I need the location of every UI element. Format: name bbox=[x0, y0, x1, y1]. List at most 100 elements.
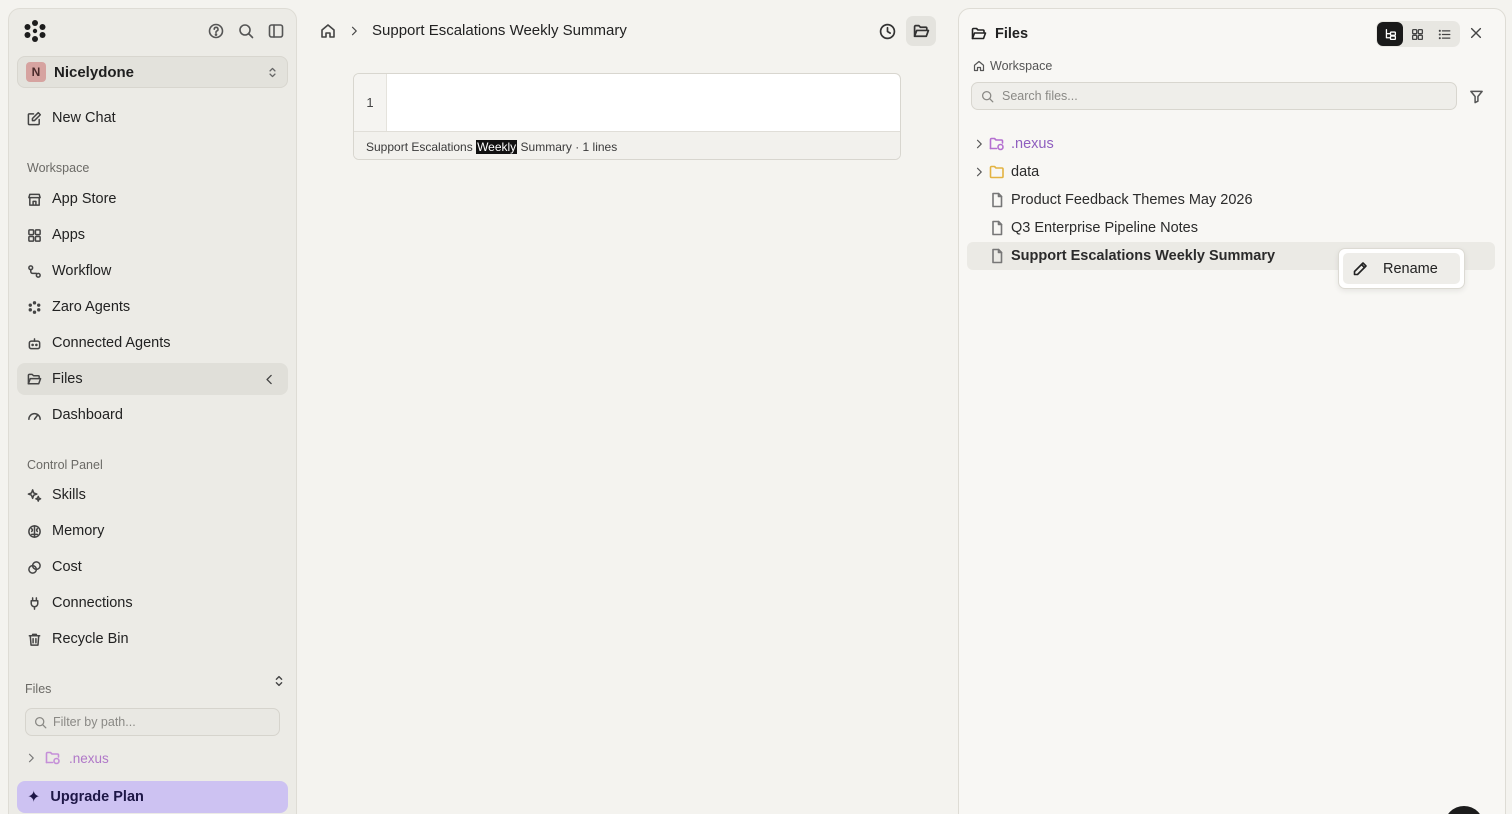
sidebar-item-label: Memory bbox=[52, 523, 105, 539]
workspace-label: Workspace bbox=[990, 59, 1053, 73]
agents-icon bbox=[28, 300, 41, 314]
history-button[interactable] bbox=[872, 16, 902, 46]
sidebar: N Nicelydone New Chat Workspace App Stor… bbox=[8, 8, 297, 814]
workspace-section-label: Workspace bbox=[27, 161, 90, 175]
grid-view-button[interactable] bbox=[1404, 22, 1430, 46]
sidebar-item-apps[interactable]: Apps bbox=[17, 219, 288, 251]
sidebar-item-dashboard[interactable]: Dashboard bbox=[17, 399, 288, 431]
home-icon[interactable] bbox=[320, 23, 336, 39]
workflow-icon bbox=[28, 264, 41, 278]
search-placeholder: Search files... bbox=[1002, 89, 1078, 103]
search-icon[interactable] bbox=[238, 23, 254, 39]
sidebar-item-files[interactable]: Files bbox=[17, 363, 288, 395]
sidebar-item-cost[interactable]: Cost bbox=[17, 551, 288, 583]
org-switcher[interactable]: N Nicelydone bbox=[17, 56, 288, 88]
sidebar-item-label: Files bbox=[52, 371, 83, 387]
folder-icon bbox=[989, 165, 1004, 179]
upgrade-plan-button[interactable]: ✦ Upgrade Plan bbox=[17, 781, 288, 813]
sidebar-toggle-icon[interactable] bbox=[268, 23, 284, 39]
control-panel-section-label: Control Panel bbox=[27, 458, 103, 472]
chevron-right-icon bbox=[28, 753, 34, 763]
grid-icon bbox=[1411, 28, 1423, 40]
sidebar-item-label: App Store bbox=[52, 191, 117, 207]
tree-item-label: .nexus bbox=[1011, 136, 1054, 152]
pencil-icon bbox=[1353, 261, 1367, 275]
chevron-left-icon[interactable] bbox=[263, 373, 276, 386]
file-icon bbox=[992, 220, 1003, 236]
search-files-input[interactable]: Search files... bbox=[971, 82, 1457, 110]
help-icon[interactable] bbox=[208, 23, 224, 39]
sidebar-item-label: Cost bbox=[52, 559, 82, 575]
tree-view-button[interactable] bbox=[1377, 22, 1403, 46]
sidebar-item-label: Dashboard bbox=[52, 407, 123, 423]
chevron-right-icon bbox=[348, 25, 360, 37]
tree-view-icon bbox=[1385, 28, 1396, 40]
sidebar-item-label: Zaro Agents bbox=[52, 299, 131, 315]
chevron-right-icon[interactable] bbox=[967, 138, 989, 150]
workspace-root[interactable]: Workspace bbox=[973, 59, 1052, 73]
chevron-right-icon[interactable] bbox=[967, 166, 989, 178]
files-panel-title-text: Files bbox=[995, 26, 1029, 42]
files-panel-title: Files bbox=[971, 26, 1028, 42]
sidebar-item-zaro-agents[interactable]: Zaro Agents bbox=[17, 291, 288, 323]
sidebar-item-app-store[interactable]: App Store bbox=[17, 183, 288, 215]
view-mode-toggle bbox=[1376, 21, 1460, 47]
sidebar-item-workflow[interactable]: Workflow bbox=[17, 255, 288, 287]
breadcrumb: Support Escalations Weekly Summary bbox=[320, 22, 627, 39]
tree-item-label: Q3 Enterprise Pipeline Notes bbox=[1011, 220, 1198, 236]
sidebar-item-label: Workflow bbox=[52, 263, 112, 279]
tree-item-data[interactable]: data bbox=[967, 158, 1495, 186]
tree-item-label: Product Feedback Themes May 2026 bbox=[1011, 192, 1253, 208]
sidebar-item-skills[interactable]: Skills bbox=[17, 479, 288, 511]
clock-icon bbox=[879, 23, 895, 39]
status-text-highlight: Weekly bbox=[476, 139, 518, 154]
sidebar-item-label: Connected Agents bbox=[52, 335, 171, 351]
chevron-up-down-icon bbox=[266, 66, 279, 79]
folder-open-icon bbox=[27, 373, 42, 384]
list-view-button[interactable] bbox=[1431, 22, 1457, 46]
new-chat-button[interactable]: New Chat bbox=[17, 102, 288, 134]
files-panel: Files Workspace Search files... .nexus d… bbox=[958, 8, 1506, 814]
sidebar-item-recycle-bin[interactable]: Recycle Bin bbox=[17, 623, 288, 655]
folder-open-icon bbox=[971, 27, 987, 40]
editor-status-bar: Support Escalations Weekly Summary · 1 l… bbox=[354, 131, 900, 159]
folder-special-icon bbox=[989, 137, 1004, 151]
code-editor[interactable]: 1 Support Escalations Weekly Summary · 1… bbox=[353, 73, 901, 160]
sparkle-icon bbox=[27, 488, 42, 502]
page-title: Support Escalations Weekly Summary bbox=[372, 22, 627, 39]
sidebar-item-memory[interactable]: Memory bbox=[17, 515, 288, 547]
sidebar-item-connections[interactable]: Connections bbox=[17, 587, 288, 619]
tree-item-file[interactable]: Q3 Enterprise Pipeline Notes bbox=[967, 214, 1495, 242]
files-section-label: Files bbox=[25, 682, 52, 696]
rename-menu-item[interactable]: Rename bbox=[1343, 253, 1460, 284]
brain-icon bbox=[28, 524, 41, 538]
file-icon bbox=[992, 192, 1003, 208]
tree-item-nexus[interactable]: .nexus bbox=[967, 130, 1495, 158]
sparkle-icon: ✦ bbox=[27, 789, 41, 806]
grid-icon bbox=[28, 228, 41, 242]
expand-collapse-icon[interactable] bbox=[272, 674, 286, 688]
sidebar-item-label: Apps bbox=[52, 227, 86, 243]
filter-placeholder: Filter by path... bbox=[53, 715, 136, 729]
sidebar-tree-item-nexus[interactable]: .nexus bbox=[25, 750, 109, 766]
filter-icon[interactable] bbox=[1469, 89, 1484, 104]
list-icon bbox=[1438, 29, 1450, 39]
sidebar-item-label: Recycle Bin bbox=[52, 631, 129, 647]
robot-icon bbox=[28, 337, 41, 349]
tree-item-label: data bbox=[1011, 164, 1040, 180]
tree-item-file[interactable]: Product Feedback Themes May 2026 bbox=[967, 186, 1495, 214]
close-icon[interactable] bbox=[1469, 26, 1483, 40]
rename-label: Rename bbox=[1383, 260, 1438, 277]
sidebar-item-label: Skills bbox=[52, 487, 86, 503]
org-name: Nicelydone bbox=[54, 63, 135, 81]
sidebar-item-connected-agents[interactable]: Connected Agents bbox=[17, 327, 288, 359]
app-logo-icon[interactable] bbox=[23, 19, 47, 43]
filter-by-path-input[interactable]: Filter by path... bbox=[25, 708, 280, 736]
edit-icon bbox=[27, 111, 42, 125]
home-icon bbox=[973, 60, 985, 72]
trash-icon bbox=[28, 633, 41, 646]
new-chat-label: New Chat bbox=[52, 110, 116, 126]
search-icon bbox=[34, 716, 47, 728]
store-icon bbox=[28, 193, 41, 206]
files-panel-toggle-button[interactable] bbox=[906, 16, 936, 46]
